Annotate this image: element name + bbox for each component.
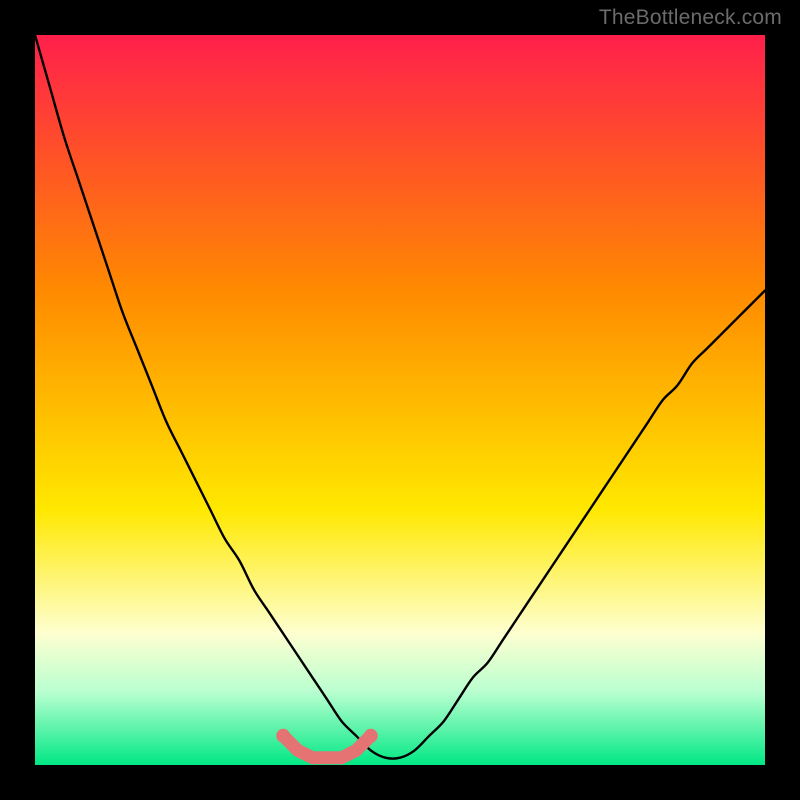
curve-layer bbox=[35, 35, 765, 765]
bottleneck-curve bbox=[35, 35, 765, 759]
optimal-range-end-dot bbox=[364, 729, 378, 743]
optimal-range-line bbox=[283, 736, 371, 758]
watermark-text: TheBottleneck.com bbox=[599, 6, 782, 30]
optimal-range-markers bbox=[276, 729, 378, 758]
optimal-range-end-dot bbox=[276, 729, 290, 743]
chart-frame: TheBottleneck.com bbox=[0, 0, 800, 800]
plot-area bbox=[35, 35, 765, 765]
